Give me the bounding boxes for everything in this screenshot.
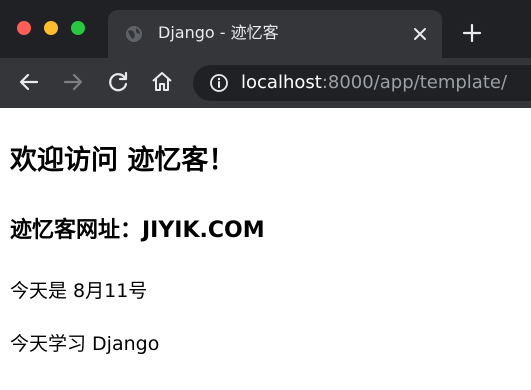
- forward-arrow-icon[interactable]: [60, 69, 86, 95]
- back-arrow-icon[interactable]: [16, 69, 42, 95]
- info-icon[interactable]: [209, 73, 229, 93]
- tab-title: Django - 迹忆客: [158, 23, 279, 42]
- date-text: 今天是 8月11号: [10, 280, 148, 302]
- active-tab[interactable]: Django - 迹忆客: [108, 10, 442, 58]
- window-minimize-button[interactable]: [44, 21, 58, 35]
- close-icon[interactable]: [410, 24, 430, 44]
- url-path: :8000/app/template/: [321, 72, 508, 93]
- url-text[interactable]: localhost:8000/app/template/: [241, 71, 507, 95]
- reload-icon[interactable]: [105, 69, 131, 95]
- address-bar[interactable]: localhost:8000/app/template/: [193, 65, 531, 101]
- url-host: localhost: [241, 72, 322, 93]
- study-text: 今天学习 Django: [10, 333, 160, 355]
- browser-toolbar: localhost:8000/app/template/: [0, 58, 531, 108]
- globe-icon: [126, 26, 142, 42]
- page-subheading: 迹忆客网址：JIYIK.COM: [10, 218, 265, 243]
- browser-tab-strip: Django - 迹忆客: [0, 0, 531, 58]
- window-maximize-button[interactable]: [71, 21, 85, 35]
- home-icon[interactable]: [149, 69, 175, 95]
- window-close-button[interactable]: [17, 21, 31, 35]
- new-tab-button[interactable]: [461, 22, 483, 44]
- page-heading: 欢迎访问 迹忆客！: [10, 145, 236, 176]
